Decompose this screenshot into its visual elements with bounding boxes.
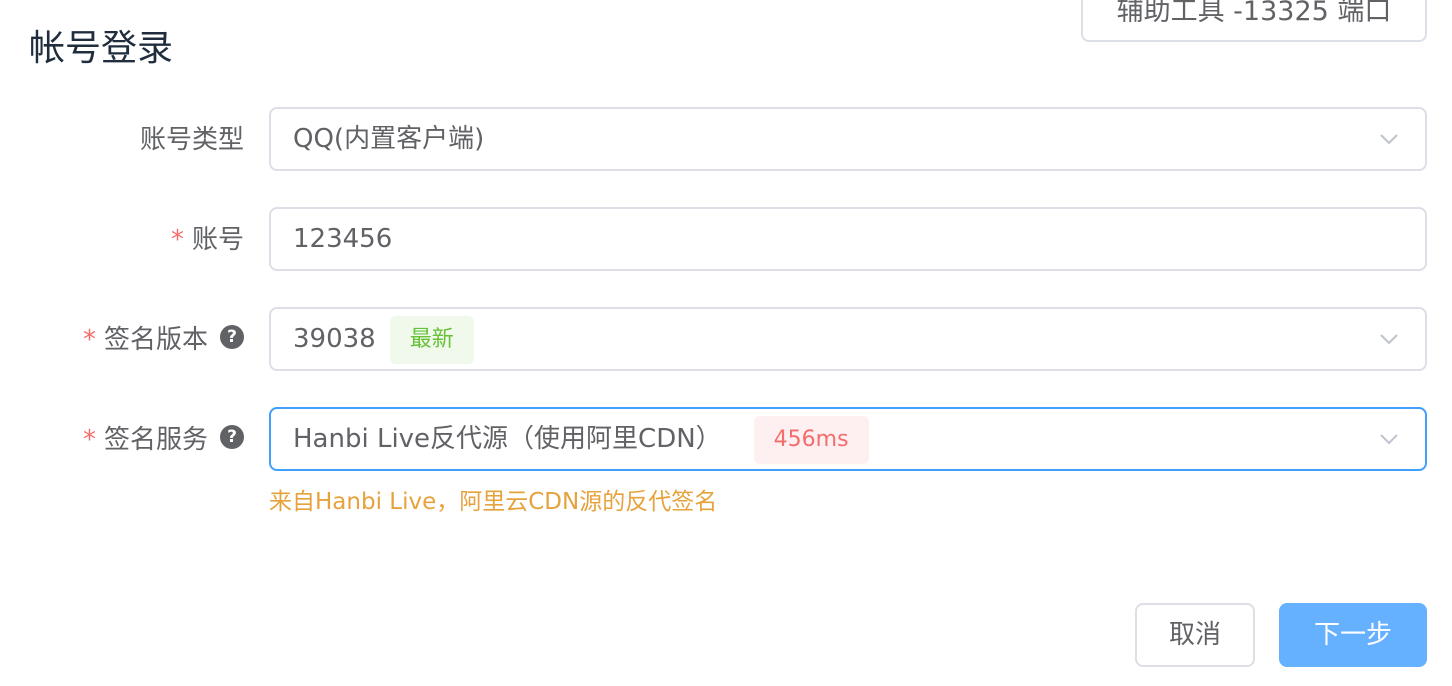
required-mark: * <box>82 325 96 355</box>
account-value: 123456 <box>293 224 393 254</box>
sign-service-label-text: 签名服务 <box>103 425 208 455</box>
next-step-button[interactable]: 下一步 <box>1279 603 1427 667</box>
sign-version-label: * 签名版本? <box>83 320 244 360</box>
chevron-down-icon <box>1380 134 1398 145</box>
sign-service-label: * 签名服务? <box>83 420 244 460</box>
latest-tag: 最新 <box>389 315 474 364</box>
account-label-text: 账号 <box>191 225 244 255</box>
question-circle-icon[interactable]: ? <box>220 425 244 449</box>
sign-service-value: Hanbi Live反代源（使用阿里CDN） <box>293 424 722 454</box>
sign-service-select[interactable]: Hanbi Live反代源（使用阿里CDN） 456ms <box>269 407 1427 471</box>
account-input[interactable]: 123456 <box>269 207 1427 271</box>
question-circle-icon[interactable]: ? <box>220 325 244 349</box>
aux-tool-button[interactable]: 辅助工具 -13325 端口 <box>1081 0 1427 42</box>
sign-service-field: Hanbi Live反代源（使用阿里CDN） 456ms <box>293 409 869 469</box>
account-type-select[interactable]: QQ(内置客户端) <box>269 107 1427 171</box>
login-dialog: 帐号登录 辅助工具 -13325 端口 账号类型 QQ(内置客户端) * 账号 1… <box>0 0 1452 686</box>
account-type-label: 账号类型 <box>140 120 244 160</box>
sign-version-label-text: 签名版本 <box>103 325 208 355</box>
chevron-down-icon <box>1380 434 1398 445</box>
sign-version-select[interactable]: 39038 最新 <box>269 307 1427 371</box>
sign-version-field: 39038 最新 <box>293 309 474 369</box>
chevron-down-icon <box>1380 334 1398 345</box>
cancel-button[interactable]: 取消 <box>1135 603 1255 667</box>
required-mark: * <box>170 225 184 255</box>
account-type-value: QQ(内置客户端) <box>293 124 485 154</box>
account-type-label-text: 账号类型 <box>139 125 244 155</box>
account-label: * 账号 <box>171 220 244 260</box>
required-mark: * <box>82 425 96 455</box>
sign-service-help-text: 来自Hanbi Live，阿里云CDN源的反代签名 <box>269 489 718 515</box>
dialog-title: 帐号登录 <box>29 28 174 69</box>
latency-tag: 456ms <box>753 415 869 464</box>
sign-version-value: 39038 <box>293 324 376 354</box>
